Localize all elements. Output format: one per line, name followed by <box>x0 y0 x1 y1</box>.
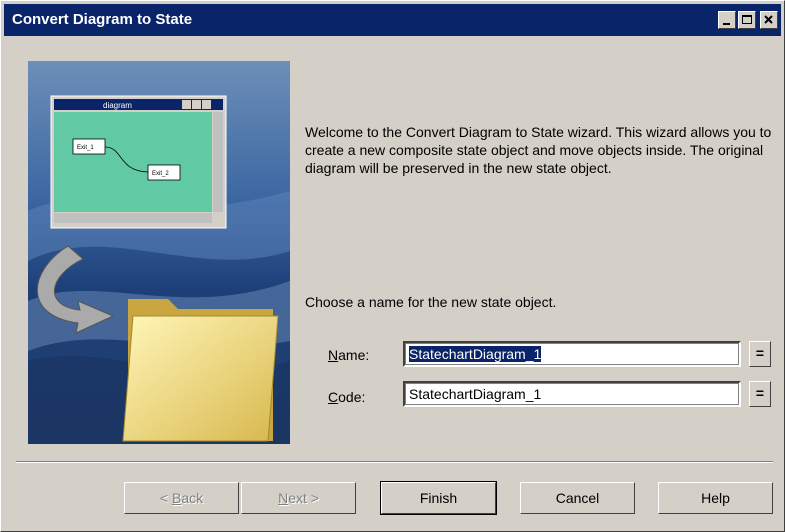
mini-window-title: diagram <box>103 101 132 110</box>
mini-node-1: Exit_1 <box>77 145 94 151</box>
finish-button[interactable]: Finish <box>380 481 497 515</box>
back-button[interactable]: < Back <box>124 482 239 514</box>
folder-icon <box>122 299 279 442</box>
maximize-icon <box>742 15 752 24</box>
wizard-illustration: diagram Exit_1 Exit_2 <box>28 61 290 444</box>
close-button[interactable] <box>760 11 778 29</box>
help-button[interactable]: Help <box>658 482 773 514</box>
code-equal-button[interactable]: = <box>749 381 771 407</box>
name-prompt: Choose a name for the new state object. <box>305 294 557 310</box>
wizard-window: Convert Diagram to State diagram Exit_1 … <box>0 0 785 532</box>
welcome-text: Welcome to the Convert Diagram to State … <box>305 124 772 176</box>
title-bar[interactable]: Convert Diagram to State <box>4 4 781 36</box>
window-title: Convert Diagram to State <box>12 11 193 28</box>
code-label: Code: <box>328 389 366 405</box>
name-field[interactable]: StatechartDiagram_1 <box>403 341 741 367</box>
name-equal-button[interactable]: = <box>749 341 771 367</box>
close-icon <box>764 15 773 24</box>
code-field[interactable]: StatechartDiagram_1 <box>403 381 741 407</box>
button-separator <box>16 461 773 463</box>
cancel-button[interactable]: Cancel <box>520 482 635 514</box>
next-button[interactable]: Next > <box>241 482 356 514</box>
minimize-button[interactable] <box>718 11 736 29</box>
minimize-icon <box>723 23 730 25</box>
mini-diagram-window: diagram Exit_1 Exit_2 <box>50 95 227 229</box>
name-label: Name: <box>328 347 370 363</box>
maximize-button[interactable] <box>738 11 756 29</box>
mini-node-2: Exit_2 <box>152 171 169 177</box>
